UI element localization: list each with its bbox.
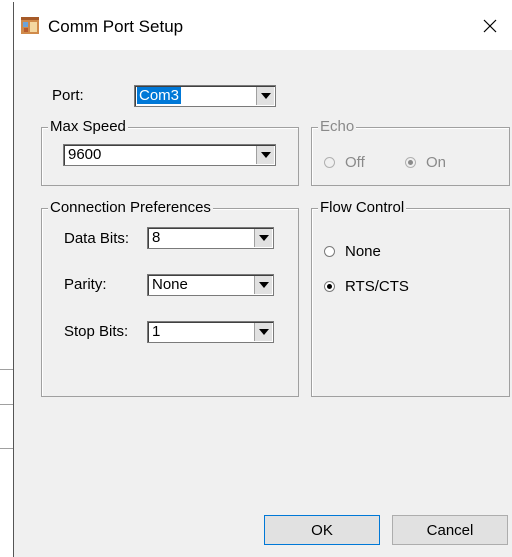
flow-control-none-label: None	[345, 243, 381, 260]
close-button[interactable]	[467, 2, 512, 50]
echo-on-label: On	[426, 154, 447, 171]
flow-control-group: Flow Control None RTS/CTS	[311, 199, 510, 397]
echo-on-radio[interactable]: On	[405, 154, 446, 171]
background-divider	[0, 369, 14, 370]
max-speed-select[interactable]: 9600	[63, 144, 276, 166]
window-title: Comm Port Setup	[48, 17, 184, 36]
echo-group-label: Echo	[318, 118, 357, 135]
parity-label: Parity:	[64, 276, 107, 293]
chevron-down-icon[interactable]	[254, 323, 272, 341]
flow-control-rts-cts-label: RTS/CTS	[345, 278, 409, 295]
background-divider	[0, 448, 14, 449]
parity-select[interactable]: None	[147, 274, 274, 296]
data-bits-label: Data Bits:	[64, 230, 130, 247]
radio-button-icon	[324, 246, 335, 257]
max-speed-group: Max Speed 9600	[41, 118, 299, 186]
connection-preferences-group: Connection Preferences Data Bits: 8 Pari…	[41, 199, 299, 397]
chevron-down-icon[interactable]	[254, 229, 272, 247]
port-value: Com3	[137, 87, 182, 104]
parity-value: None	[152, 276, 188, 293]
chevron-down-icon[interactable]	[256, 87, 274, 105]
chevron-down-icon[interactable]	[256, 146, 274, 164]
port-label: Port:	[52, 87, 84, 104]
max-speed-value: 9600	[68, 146, 102, 163]
radio-button-icon	[405, 157, 416, 168]
data-bits-value: 8	[152, 229, 161, 246]
flow-control-none-radio[interactable]: None	[324, 243, 381, 260]
echo-off-radio[interactable]: Off	[324, 154, 365, 171]
background-divider	[0, 404, 14, 405]
stop-bits-value: 1	[152, 323, 161, 340]
echo-off-label: Off	[345, 154, 365, 171]
flow-control-group-label: Flow Control	[318, 199, 407, 216]
radio-button-icon	[324, 281, 335, 292]
background-window	[0, 0, 14, 557]
max-speed-group-label: Max Speed	[48, 118, 128, 135]
radio-button-icon	[324, 157, 335, 168]
cancel-button[interactable]: Cancel	[392, 515, 508, 545]
echo-group: Echo Off On	[311, 118, 510, 186]
chevron-down-icon[interactable]	[254, 276, 272, 294]
comm-port-setup-dialog: Comm Port Setup Port: Com3 Max Speed 960…	[13, 2, 512, 557]
connection-preferences-group-label: Connection Preferences	[48, 199, 213, 216]
flow-control-rts-cts-radio[interactable]: RTS/CTS	[324, 278, 409, 295]
stop-bits-label: Stop Bits:	[64, 323, 129, 340]
ok-button[interactable]: OK	[264, 515, 380, 545]
title-bar: Comm Port Setup	[14, 2, 512, 50]
app-window-icon	[21, 17, 39, 34]
stop-bits-select[interactable]: 1	[147, 321, 274, 343]
port-select[interactable]: Com3	[134, 85, 276, 107]
data-bits-select[interactable]: 8	[147, 227, 274, 249]
close-icon	[483, 19, 497, 33]
